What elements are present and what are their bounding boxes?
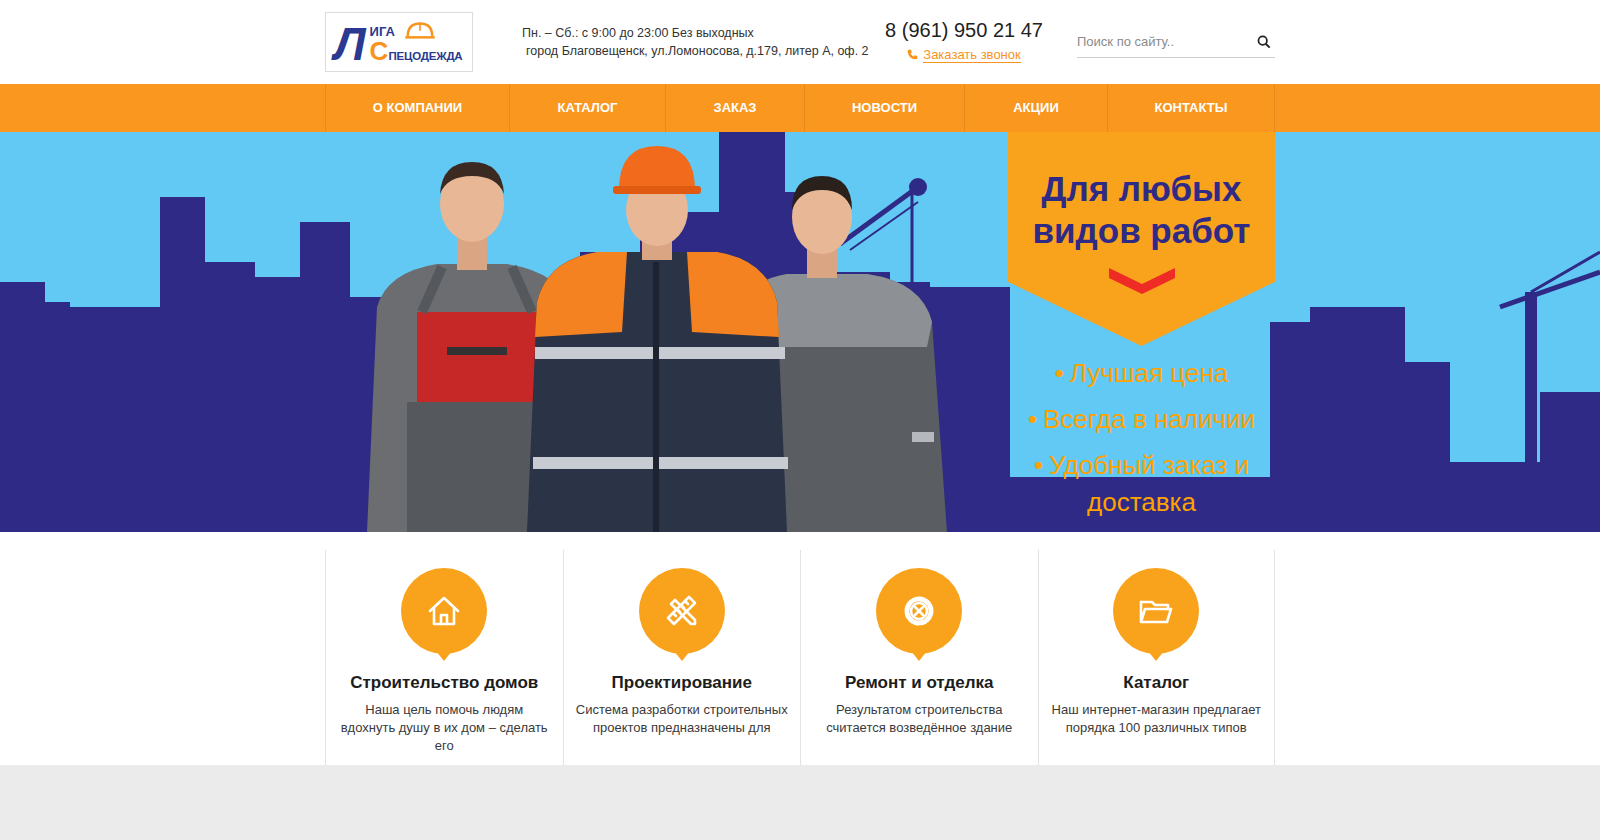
service-card[interactable]: Каталог Наш интернет-магазин предлагает п…: [1038, 550, 1276, 765]
service-badge: [1113, 568, 1199, 654]
service-badge: [639, 568, 725, 654]
callback-link[interactable]: Заказать звонок: [923, 47, 1020, 63]
folder-icon: [1136, 591, 1176, 631]
workers-photo: [347, 132, 967, 532]
logo-text: ИГА: [370, 25, 395, 39]
hero-title: Для любых видов работ: [1020, 168, 1263, 252]
menu-item[interactable]: ЗАКАЗ: [665, 84, 804, 132]
site-header: Л ИГА С ПЕЦОДЕЖДА Пн. – Сб.: с 9:00 до 2…: [0, 0, 1600, 84]
service-title[interactable]: Строительство домов: [338, 672, 551, 694]
bullet-marker: •: [1055, 358, 1064, 388]
service-text: Система разработки строительных проектов…: [576, 701, 789, 737]
work-hours: Пн. – Сб.: с 9:00 до 23:00 Без выходных: [522, 24, 872, 42]
benefit-text: Лучшая цена: [1070, 358, 1228, 388]
search-icon: [1257, 35, 1271, 49]
services-row: Строительство домов Наша цель помочь людя…: [325, 550, 1275, 765]
benefit-text: Всегда в наличии: [1043, 404, 1255, 434]
page-bottom: [0, 765, 1600, 840]
helmet-icon: [403, 21, 437, 39]
logo-letter: Л: [334, 21, 366, 67]
benefit-item: •Всегда в наличии: [991, 401, 1292, 438]
service-text: Наш интернет-магазин предлагает порядка …: [1051, 701, 1263, 737]
service-card[interactable]: Строительство домов Наша цель помочь людя…: [325, 550, 563, 765]
benefit-item: •Удобный заказ и доставка: [991, 447, 1292, 521]
hero-banner: Для любых видов работ •Лучшая цена•Всегд…: [0, 132, 1600, 532]
service-text: Наша цель помочь людям вдохнуть душу в и…: [338, 701, 551, 755]
menu-item[interactable]: НОВОСТИ: [804, 84, 964, 132]
phone-block: 8 (961) 950 21 47 Заказать звонок: [884, 18, 1044, 66]
bullet-marker: •: [1034, 450, 1043, 480]
services-section: Строительство домов Наша цель помочь людя…: [0, 532, 1600, 765]
service-title[interactable]: Каталог: [1051, 672, 1263, 694]
main-menu: О КОМПАНИИКАТАЛОГЗАКАЗНОВОСТИАКЦИИКОНТАК…: [0, 84, 1600, 132]
menu-item[interactable]: О КОМПАНИИ: [325, 84, 509, 132]
chevron-down-icon: [1107, 264, 1177, 296]
logo-letter: С: [370, 39, 389, 63]
service-badge: [876, 568, 962, 654]
service-title[interactable]: Проектирование: [576, 672, 789, 694]
offer-ribbon: Для любых видов работ: [1008, 132, 1275, 346]
search-box: [1077, 26, 1275, 59]
benefit-text: Удобный заказ и доставка: [1049, 450, 1249, 517]
service-badge: [401, 568, 487, 654]
hero-offer: Для любых видов работ •Лучшая цена•Всегд…: [1008, 132, 1275, 532]
phone-number[interactable]: 8 (961) 950 21 47: [884, 18, 1044, 42]
benefit-item: •Лучшая цена: [991, 355, 1292, 392]
gear-tools-icon: [899, 591, 939, 631]
service-text: Результатом строительства считается возв…: [813, 701, 1026, 737]
service-title[interactable]: Ремонт и отделка: [813, 672, 1026, 694]
search-input[interactable]: [1077, 26, 1253, 58]
house-icon: [424, 591, 464, 631]
menu-item[interactable]: АКЦИИ: [964, 84, 1107, 132]
logo-text: ПЕЦОДЕЖДА: [388, 49, 462, 63]
phone-icon: [907, 49, 918, 60]
address: город Благовещенск, ул.Ломоносова, д.179…: [522, 42, 872, 60]
contact-info: Пн. – Сб.: с 9:00 до 23:00 Без выходных …: [522, 24, 872, 60]
benefit-list: •Лучшая цена•Всегда в наличии•Удобный за…: [991, 355, 1292, 521]
menu-item[interactable]: КАТАЛОГ: [509, 84, 665, 132]
service-card[interactable]: Проектирование Система разработки строите…: [563, 550, 801, 765]
service-card[interactable]: Ремонт и отделка Результатом строительств…: [800, 550, 1038, 765]
pencil-ruler-icon: [662, 591, 702, 631]
menu-item[interactable]: КОНТАКТЫ: [1107, 84, 1275, 132]
bullet-marker: •: [1028, 404, 1037, 434]
logo[interactable]: Л ИГА С ПЕЦОДЕЖДА: [325, 12, 473, 72]
menu-row: О КОМПАНИИКАТАЛОГЗАКАЗНОВОСТИАКЦИИКОНТАК…: [325, 84, 1275, 132]
search-button[interactable]: [1253, 35, 1275, 49]
